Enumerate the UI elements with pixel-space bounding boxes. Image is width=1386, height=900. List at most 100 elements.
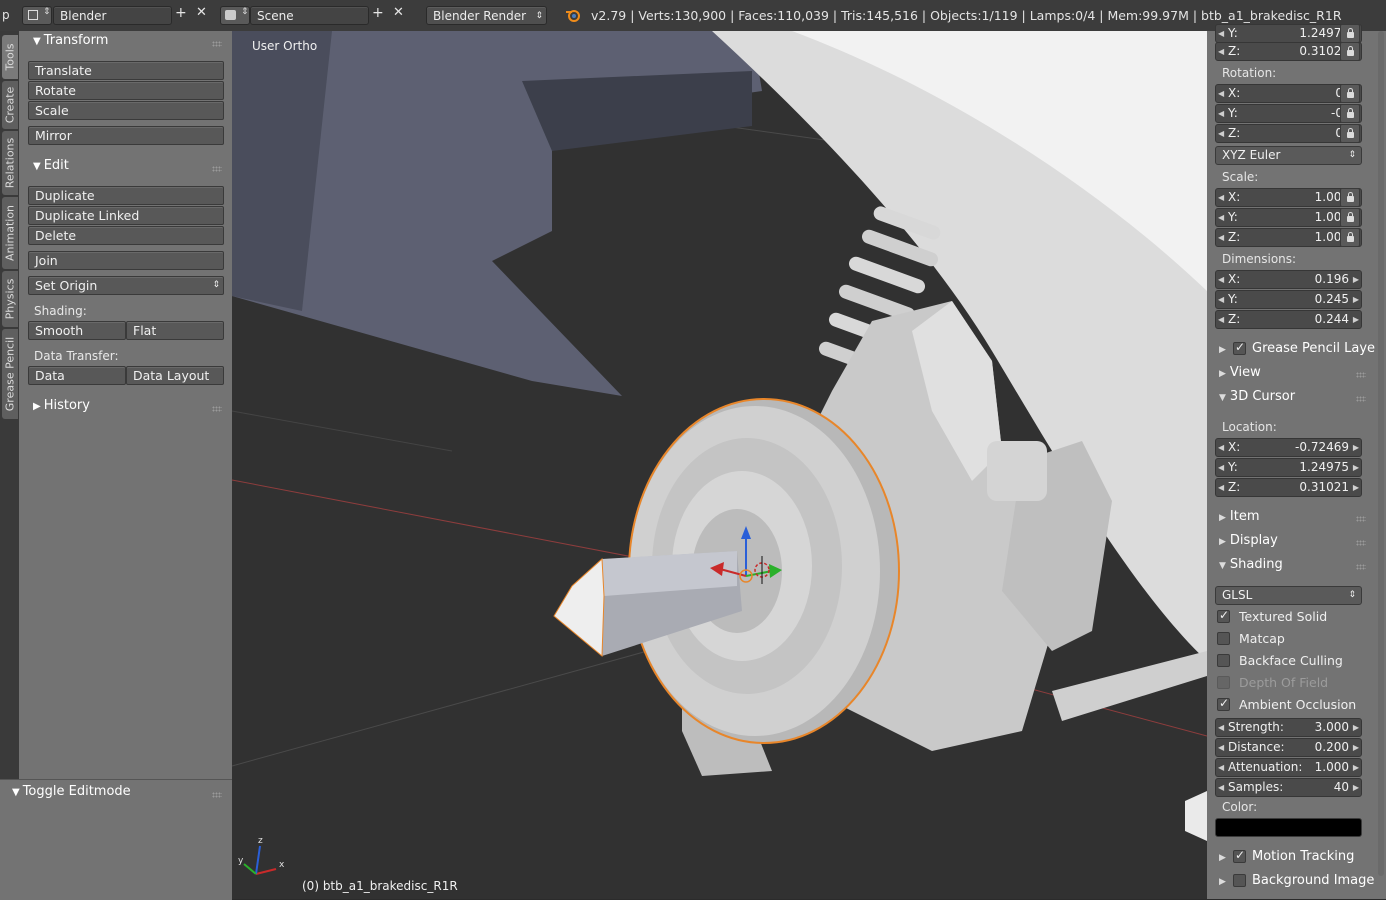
transform-panel-header[interactable]: ▼ Transform [33, 33, 108, 48]
data-layout-button[interactable]: Data Layout [126, 366, 224, 385]
lock-icon[interactable] [1340, 24, 1360, 43]
decrement-arrow-icon[interactable]: ◀ [1218, 189, 1224, 206]
set-origin-dropdown[interactable]: Set Origin ⇕ [28, 276, 224, 295]
lock-icon[interactable] [1340, 84, 1360, 103]
increment-arrow-icon[interactable]: ▶ [1353, 439, 1359, 456]
ao-distance-field[interactable]: ◀ Distance: 0.200 ▶ [1215, 738, 1362, 757]
tab-animation[interactable]: Animation [2, 197, 18, 269]
increment-arrow-icon[interactable]: ▶ [1353, 459, 1359, 476]
decrement-arrow-icon[interactable]: ◀ [1218, 125, 1224, 142]
join-button[interactable]: Join [28, 251, 224, 270]
ao-color-swatch[interactable] [1215, 818, 1362, 837]
decrement-arrow-icon[interactable]: ◀ [1218, 439, 1224, 456]
tab-grease-pencil[interactable]: Grease Pencil [2, 329, 18, 419]
increment-arrow-icon[interactable]: ▶ [1353, 479, 1359, 496]
grease-pencil-checkbox[interactable] [1233, 340, 1246, 355]
decrement-arrow-icon[interactable]: ◀ [1218, 209, 1224, 226]
duplicate-linked-button[interactable]: Duplicate Linked [28, 206, 224, 225]
drag-grip-icon[interactable] [1356, 372, 1366, 378]
rotation-mode-dropdown[interactable]: XYZ Euler ⇕ [1215, 146, 1362, 165]
add-scene-icon[interactable]: + [372, 5, 384, 21]
ao-strength-field[interactable]: ◀ Strength: 3.000 ▶ [1215, 718, 1362, 737]
decrement-arrow-icon[interactable]: ◀ [1218, 459, 1224, 476]
duplicate-button[interactable]: Duplicate [28, 186, 224, 205]
cursor-y-field[interactable]: ◀ Y: 1.24975 ▶ [1215, 458, 1362, 477]
decrement-arrow-icon[interactable]: ◀ [1218, 739, 1224, 756]
increment-arrow-icon[interactable]: ▶ [1353, 719, 1359, 736]
increment-arrow-icon[interactable]: ▶ [1353, 271, 1359, 288]
scale-button[interactable]: Scale [28, 101, 224, 120]
render-engine-dropdown[interactable]: Blender Render ⇕ [426, 6, 547, 25]
screen-layout-field[interactable]: Blender [53, 6, 172, 25]
decrement-arrow-icon[interactable]: ◀ [1218, 85, 1224, 102]
matcap-checkbox[interactable] [1217, 632, 1230, 645]
decrement-arrow-icon[interactable]: ◀ [1218, 229, 1224, 246]
tab-relations[interactable]: Relations [2, 131, 18, 195]
decrement-arrow-icon[interactable]: ◀ [1218, 779, 1224, 796]
increment-arrow-icon[interactable]: ▶ [1353, 311, 1359, 328]
scene-icon-button[interactable]: ⇕ [220, 6, 250, 25]
rotate-button[interactable]: Rotate [28, 81, 224, 100]
drag-grip-icon[interactable] [1356, 540, 1366, 546]
tab-tools[interactable]: Tools [2, 35, 18, 79]
display-panel-header[interactable]: ▶ Display [1219, 533, 1278, 548]
tab-physics[interactable]: Physics [2, 271, 18, 327]
lock-icon[interactable] [1340, 124, 1360, 143]
lock-icon[interactable] [1340, 228, 1360, 247]
lock-icon[interactable] [1340, 208, 1360, 227]
grease-pencil-layers-header[interactable]: ▶ [1219, 341, 1230, 356]
3d-cursor-panel-header[interactable]: ▼ 3D Cursor [1219, 389, 1295, 404]
data-button[interactable]: Data [28, 366, 126, 385]
drag-grip-icon[interactable] [1356, 396, 1366, 402]
edit-panel-header[interactable]: ▼ Edit [33, 158, 69, 173]
delete-button[interactable]: Delete [28, 226, 224, 245]
smooth-button[interactable]: Smooth [28, 321, 126, 340]
ambient-occlusion-checkbox[interactable] [1217, 696, 1230, 711]
decrement-arrow-icon[interactable]: ◀ [1218, 479, 1224, 496]
increment-arrow-icon[interactable]: ▶ [1353, 739, 1359, 756]
drag-grip-icon[interactable] [212, 41, 222, 47]
decrement-arrow-icon[interactable]: ◀ [1218, 291, 1224, 308]
history-panel-header[interactable]: ▶ History [33, 398, 90, 413]
delete-layout-icon[interactable]: ✕ [196, 5, 207, 20]
textured-solid-checkbox[interactable] [1217, 608, 1230, 623]
background-images-checkbox[interactable] [1233, 874, 1246, 887]
decrement-arrow-icon[interactable]: ◀ [1218, 25, 1224, 42]
decrement-arrow-icon[interactable]: ◀ [1218, 759, 1224, 776]
shading-mode-dropdown[interactable]: GLSL ⇕ [1215, 586, 1362, 605]
motion-tracking-checkbox[interactable] [1233, 848, 1246, 863]
drag-grip-icon[interactable] [212, 406, 222, 412]
decrement-arrow-icon[interactable]: ◀ [1218, 311, 1224, 328]
cursor-x-field[interactable]: ◀ X: -0.72469 ▶ [1215, 438, 1362, 457]
ao-samples-field[interactable]: ◀ Samples: 40 ▶ [1215, 778, 1362, 797]
drag-grip-icon[interactable] [212, 792, 222, 798]
screen-layout-icon-button[interactable]: ⇕ [22, 6, 52, 25]
motion-tracking-header[interactable]: ▶ [1219, 849, 1230, 864]
increment-arrow-icon[interactable]: ▶ [1353, 759, 1359, 776]
translate-button[interactable]: Translate [28, 61, 224, 80]
backface-culling-checkbox[interactable] [1217, 654, 1230, 667]
properties-scrollbar[interactable] [1378, 31, 1384, 876]
toggle-editmode-header[interactable]: ▼ Toggle Editmode [12, 784, 131, 799]
dimension-y-field[interactable]: ◀ Y: 0.245 ▶ [1215, 290, 1362, 309]
add-layout-icon[interactable]: + [175, 5, 187, 21]
lock-icon[interactable] [1340, 188, 1360, 207]
decrement-arrow-icon[interactable]: ◀ [1218, 271, 1224, 288]
increment-arrow-icon[interactable]: ▶ [1353, 779, 1359, 796]
lock-icon[interactable] [1340, 104, 1360, 123]
background-images-header[interactable]: ▶ [1219, 873, 1230, 888]
lock-icon[interactable] [1340, 42, 1360, 61]
flat-button[interactable]: Flat [126, 321, 224, 340]
decrement-arrow-icon[interactable]: ◀ [1218, 719, 1224, 736]
view-panel-header[interactable]: ▶ View [1219, 365, 1261, 380]
dimension-z-field[interactable]: ◀ Z: 0.244 ▶ [1215, 310, 1362, 329]
item-panel-header[interactable]: ▶ Item [1219, 509, 1260, 524]
shading-panel-header[interactable]: ▼ Shading [1219, 557, 1283, 572]
decrement-arrow-icon[interactable]: ◀ [1218, 105, 1224, 122]
cursor-z-field[interactable]: ◀ Z: 0.31021 ▶ [1215, 478, 1362, 497]
tab-create[interactable]: Create [2, 81, 18, 129]
decrement-arrow-icon[interactable]: ◀ [1218, 43, 1224, 60]
ao-attenuation-field[interactable]: ◀ Attenuation: 1.000 ▶ [1215, 758, 1362, 777]
dimension-x-field[interactable]: ◀ X: 0.196 ▶ [1215, 270, 1362, 289]
increment-arrow-icon[interactable]: ▶ [1353, 291, 1359, 308]
